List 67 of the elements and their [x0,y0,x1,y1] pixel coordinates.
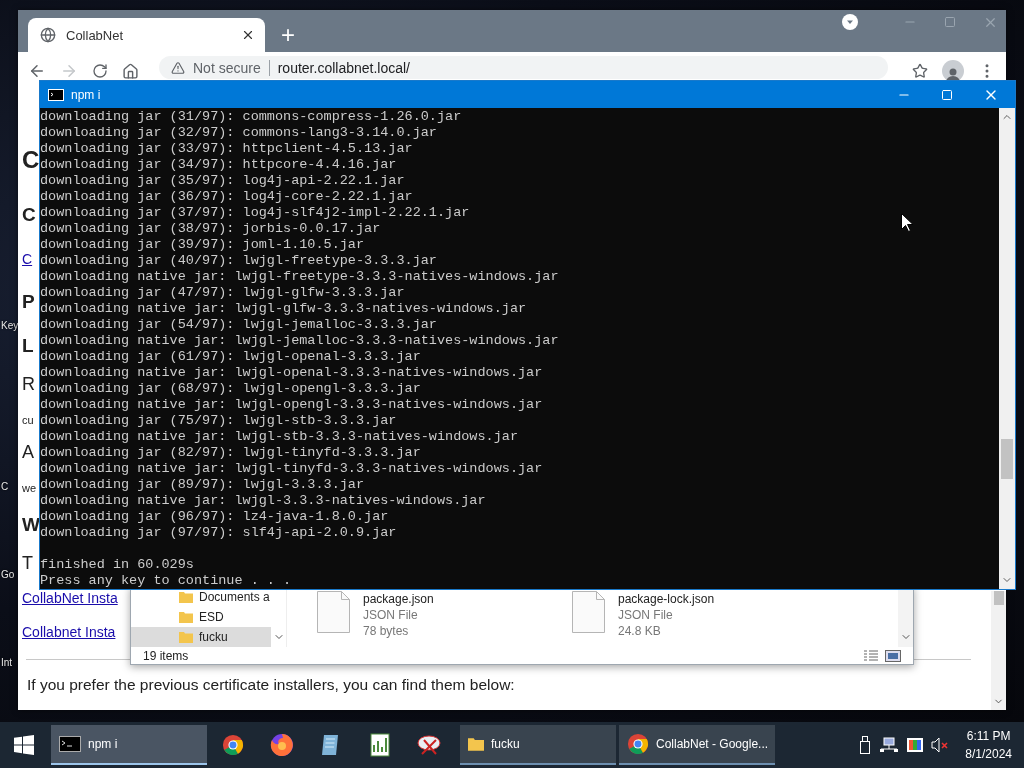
file-name[interactable]: package-lock.json [618,591,715,607]
page-text: A [22,442,34,462]
console-line: downloading jar (31/97): commons-compress-1.26.0.jar [40,109,462,125]
page-text: we [22,481,37,496]
page-text: R [22,374,35,394]
console-line: downloading jar (36/97): log4j-core-2.22.1.jar [40,189,413,205]
status-text: 19 items [143,648,189,663]
console-line: downloading native jar: lwjgl-stb-3.3.3-natives-windows.jar [40,429,518,445]
page-heading: W [22,515,40,535]
console-line: downloading jar (40/97): lwjgl-freetype-3.3.3.jar [40,253,437,269]
console-line: downloading jar (96/97): lz4-java-1.8.0.jar [40,509,389,525]
console-line: downloading jar (32/97): commons-lang3-3.14.0.jar [40,125,437,141]
browser-tab[interactable]: CollabNet [28,18,265,52]
console-line: downloading jar (33/97): httpclient-4.5.13.jar [40,141,413,157]
file-size: 78 bytes [363,623,410,639]
clock[interactable]: 6:11 PM 8/1/2024 [957,727,1020,763]
new-tab-button[interactable]: + [281,18,295,52]
taskbar-button[interactable]: fucku [460,725,616,765]
page-heading: L [22,336,34,356]
console-line: finished in 60.029s [40,557,194,573]
file-size: 24.8 KB [618,623,662,639]
security-label: Not secure [193,59,261,76]
page-link[interactable]: C [22,249,33,269]
console-line: downloading jar (61/97): lwjgl-openal-3.3.3.jar [40,349,421,365]
page-text: T [22,553,33,573]
page-paragraph: If you prefer the previous certificate installers, you can find them below: [27,675,516,695]
console-line: downloading native jar: lwjgl-openal-3.3.3-natives-windows.jar [40,365,543,381]
url-text: router.collabnet.local/ [277,59,410,76]
console-line: downloading native jar: lwjgl-tinyfd-3.3.3-natives-windows.jar [40,461,543,477]
page-heading: C [22,205,36,225]
desktop-icon-label[interactable]: C [1,481,9,492]
nav-item[interactable]: ESD [131,607,271,627]
console-line: downloading native jar: lwjgl-freetype-3.3.3-natives-windows.jar [40,269,559,285]
window-title: npm i [71,87,102,102]
console-line: downloading native jar: lwjgl-glfw-3.3.3-natives-windows.jar [40,301,527,317]
console-line: downloading native jar: lwjgl-3.3.3-natives-windows.jar [40,493,486,509]
page-link[interactable]: CollabNet Insta [22,588,118,608]
desktop-icon-label[interactable]: Int [1,657,13,668]
desktop-icon-label[interactable]: Key [1,320,19,331]
console-line: downloading jar (68/97): lwjgl-opengl-3.3.3.jar [40,381,421,397]
console-line: downloading jar (89/97): lwjgl-3.3.3.jar [40,477,365,493]
console-line: downloading native jar: lwjgl-jemalloc-3.3.3-natives-windows.jar [40,333,559,349]
nav-item[interactable]: Documents a [131,587,271,607]
page-text: cu [22,413,34,428]
console-line: downloading jar (97/97): slf4j-api-2.0.9.jar [40,525,397,541]
page-heading: P [22,292,35,312]
console-line: downloading jar (37/97): log4j-slf4j2-impl-2.22.1.jar [40,205,470,221]
address-bar[interactable]: Not secure router.collabnet.local/ [159,56,888,79]
file-type: JSON File [618,607,674,623]
console-line: downloading jar (38/97): jorbis-0.0.17.jar [40,221,381,237]
taskbar-button[interactable]: CollabNet - Google... [619,725,775,765]
file-type: JSON File [363,607,419,623]
console-line: downloading jar (47/97): lwjgl-glfw-3.3.3.jar [40,285,405,301]
console-line: downloading jar (39/97): joml-1.10.5.jar [40,237,365,253]
page-heading: C [22,150,40,170]
file-name[interactable]: package.json [363,591,434,607]
nav-item[interactable]: fucku [131,627,271,647]
desktop-icon-label[interactable]: Go [1,569,15,580]
console-line: downloading jar (35/97): log4j-api-2.22.1.jar [40,173,405,189]
console-line: downloading jar (34/97): httpcore-4.4.16.jar [40,157,397,173]
console-line: Press any key to continue . . . [40,573,292,589]
console-line: downloading jar (54/97): lwjgl-jemalloc-3.3.3.jar [40,317,437,333]
console-line: downloading jar (82/97): lwjgl-tinyfd-3.3.3.jar [40,445,421,461]
page-link[interactable]: Collabnet Insta [22,622,116,642]
taskbar-button[interactable]: npm i [51,725,207,765]
console-line: downloading native jar: lwjgl-opengl-3.3.3-natives-windows.jar [40,397,543,413]
console-line: downloading jar (75/97): lwjgl-stb-3.3.3.jar [40,413,397,429]
